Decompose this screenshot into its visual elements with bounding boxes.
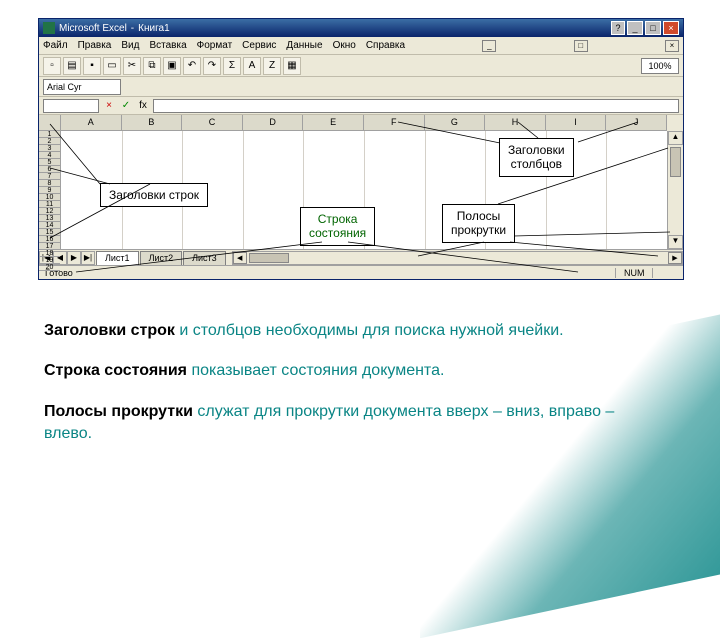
chart-icon[interactable]: ▦ xyxy=(283,57,301,75)
status-bar: Готово NUM xyxy=(39,265,683,279)
save-icon[interactable]: ▪ xyxy=(83,57,101,75)
hscroll-thumb[interactable] xyxy=(249,253,289,263)
col-J[interactable]: J xyxy=(606,115,667,130)
cancel-formula-icon[interactable]: × xyxy=(102,99,116,113)
status-num: NUM xyxy=(615,268,653,278)
col-G[interactable]: G xyxy=(425,115,486,130)
help-button[interactable]: ? xyxy=(611,21,625,35)
menubar: Файл Правка Вид Вставка Формат Сервис Да… xyxy=(39,37,683,55)
sum-icon[interactable]: Σ xyxy=(223,57,241,75)
vertical-scrollbar[interactable]: ▲ ▼ xyxy=(667,131,683,249)
column-headers[interactable]: A B C D E F G H I J xyxy=(61,115,667,131)
scroll-down-icon[interactable]: ▼ xyxy=(668,235,683,249)
menu-help[interactable]: Справка xyxy=(366,40,405,51)
sheet-tab-3[interactable]: Лист3 xyxy=(183,251,226,265)
menu-file[interactable]: Файл xyxy=(43,40,68,51)
excel-icon xyxy=(43,22,55,34)
tab-nav-next-icon[interactable]: ▶ xyxy=(67,251,81,265)
new-icon[interactable]: ▫ xyxy=(43,57,61,75)
formula-bar: × ✓ fx xyxy=(39,97,683,115)
col-C[interactable]: C xyxy=(182,115,243,130)
menu-view[interactable]: Вид xyxy=(121,40,139,51)
accept-formula-icon[interactable]: ✓ xyxy=(119,99,133,113)
app-name: Microsoft Excel xyxy=(59,23,127,34)
undo-icon[interactable]: ↶ xyxy=(183,57,201,75)
vscroll-thumb[interactable] xyxy=(670,147,681,177)
sheet-tab-2[interactable]: Лист2 xyxy=(140,251,183,265)
sort-asc-icon[interactable]: A xyxy=(243,57,261,75)
font-name-box[interactable]: Arial Cyr xyxy=(43,79,121,95)
doc-name: Книга1 xyxy=(138,23,169,34)
col-B[interactable]: B xyxy=(122,115,183,130)
horizontal-scrollbar[interactable]: ◀ ▶ xyxy=(232,251,683,265)
copy-icon[interactable]: ⧉ xyxy=(143,57,161,75)
formatting-toolbar: Arial Cyr xyxy=(39,77,683,97)
row-headers[interactable]: 1234567891011121314151617181920 xyxy=(39,131,61,249)
menu-edit[interactable]: Правка xyxy=(78,40,112,51)
col-D[interactable]: D xyxy=(243,115,304,130)
menu-window[interactable]: Окно xyxy=(333,40,356,51)
doc-restore-button[interactable]: □ xyxy=(574,40,588,52)
sheet-tab-1[interactable]: Лист1 xyxy=(96,251,139,265)
fx-icon[interactable]: fx xyxy=(136,99,150,113)
col-E[interactable]: E xyxy=(303,115,364,130)
formula-input[interactable] xyxy=(153,99,679,113)
explanation-text: Заголовки строк и столбцов необходимы дл… xyxy=(44,320,664,464)
cut-icon[interactable]: ✂ xyxy=(123,57,141,75)
col-A[interactable]: A xyxy=(61,115,122,130)
name-box[interactable] xyxy=(43,99,99,113)
callout-scrollbars: Полосы прокрутки xyxy=(442,204,515,243)
sort-desc-icon[interactable]: Z xyxy=(263,57,281,75)
scroll-right-icon[interactable]: ▶ xyxy=(668,252,682,264)
standard-toolbar: ▫ ▤ ▪ ▭ ✂ ⧉ ▣ ↶ ↷ Σ A Z ▦ 100% xyxy=(39,55,683,77)
menu-data[interactable]: Данные xyxy=(286,40,322,51)
menu-format[interactable]: Формат xyxy=(197,40,233,51)
select-all-corner[interactable] xyxy=(39,115,61,131)
open-icon[interactable]: ▤ xyxy=(63,57,81,75)
sheet-tab-row: |◀ ◀ ▶ ▶| Лист1 Лист2 Лист3 ◀ ▶ xyxy=(39,249,683,265)
doc-close-button[interactable]: × xyxy=(665,40,679,52)
scroll-left-icon[interactable]: ◀ xyxy=(233,252,247,264)
callout-row-headers: Заголовки строк xyxy=(100,183,208,207)
close-button[interactable]: × xyxy=(663,21,679,35)
col-I[interactable]: I xyxy=(546,115,607,130)
col-H[interactable]: H xyxy=(485,115,546,130)
callout-statusbar: Строка состояния xyxy=(300,207,375,246)
doc-min-button[interactable]: _ xyxy=(482,40,496,52)
col-F[interactable]: F xyxy=(364,115,425,130)
titlebar: Microsoft Excel - Книга1 ? _ □ × xyxy=(39,19,683,37)
redo-icon[interactable]: ↷ xyxy=(203,57,221,75)
minimize-button[interactable]: _ xyxy=(627,21,643,35)
zoom-box[interactable]: 100% xyxy=(641,58,679,74)
maximize-button[interactable]: □ xyxy=(645,21,661,35)
tab-nav-last-icon[interactable]: ▶| xyxy=(81,251,95,265)
menu-insert[interactable]: Вставка xyxy=(149,40,186,51)
scroll-up-icon[interactable]: ▲ xyxy=(668,131,683,145)
callout-column-headers: Заголовки столбцов xyxy=(499,138,574,177)
menu-tools[interactable]: Сервис xyxy=(242,40,276,51)
print-icon[interactable]: ▭ xyxy=(103,57,121,75)
paste-icon[interactable]: ▣ xyxy=(163,57,181,75)
